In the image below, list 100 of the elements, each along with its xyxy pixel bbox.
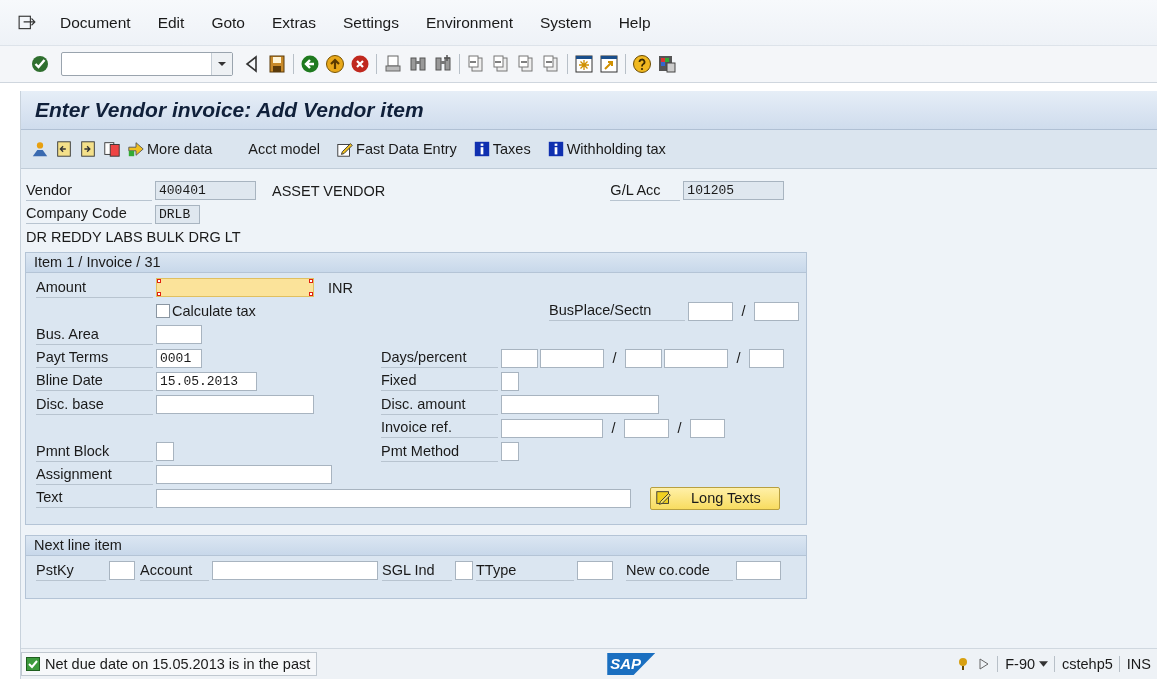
binoculars-plus-icon[interactable] [433,54,453,74]
field-label: G/L Acc [610,180,681,201]
toolbar-button[interactable]: Acct model [248,141,331,157]
input-field[interactable] [501,418,603,438]
logo: SAP [607,653,656,675]
field-label: TType [476,560,574,581]
binoculars-icon[interactable] [408,54,428,74]
enter-check-icon[interactable] [30,54,50,74]
input-field[interactable]: 101205 [683,181,785,201]
save-icon[interactable] [267,54,287,74]
input-field[interactable] [749,348,784,368]
toolbar-button[interactable]: More data [127,140,223,158]
field-label: Invoice ref. [381,418,498,439]
copy-icon[interactable] [103,140,121,158]
input-field[interactable] [664,348,728,368]
cancel-icon[interactable] [350,54,370,74]
transaction-code[interactable]: F-90 [997,656,1049,672]
long-texts-button[interactable]: Long Texts [650,486,780,510]
field-label: Bus. Area [36,324,153,345]
input-field[interactable] [736,561,781,581]
input-field[interactable] [501,442,519,462]
currency: INR [328,279,353,296]
status-message: Net due date on 15.05.2013 is in the past [45,656,311,672]
input-field[interactable]: 0001 [156,348,202,368]
new-session-icon[interactable] [574,54,594,74]
input-field[interactable] [688,301,733,321]
input-field[interactable] [212,561,378,581]
menu-item[interactable]: Environment [425,13,513,32]
input-field[interactable] [455,561,473,581]
menu-item[interactable]: Goto [211,13,245,32]
calculate-tax-checkbox[interactable] [156,304,170,319]
pencil-icon [655,489,673,508]
input-field[interactable] [156,488,631,508]
input-field[interactable] [540,348,604,368]
document-icon[interactable] [79,140,97,158]
field-label: SGL Ind [382,560,452,581]
field-label: Vendor [26,180,152,201]
field-label: Text [36,488,153,509]
screen-title: Enter Vendor invoice: Add Vendor item [35,98,424,122]
input-field[interactable] [109,561,135,581]
menu-item[interactable]: Edit [157,13,185,32]
field-label: BusPlace/Sectn [549,301,685,322]
input-field[interactable]: 400401 [155,181,256,201]
input-field[interactable] [501,348,538,368]
menu-item[interactable]: Settings [342,13,399,32]
menu-item[interactable]: Help [618,13,651,32]
input-field[interactable] [690,418,725,438]
separator-slash: / [676,420,683,437]
back-icon[interactable] [300,54,320,74]
menu-item[interactable]: Extras [272,13,316,32]
caret-icon [217,61,227,67]
input-field[interactable] [501,371,519,391]
checkbox-label: Calculate tax [172,303,256,320]
success-check-icon [26,657,40,671]
input-field[interactable] [156,442,174,462]
toolbar-button[interactable]: Taxes [472,140,541,158]
help-icon[interactable] [632,54,652,74]
input-mode: INS [1118,656,1151,672]
field-label: New co.code [626,560,733,581]
exit-icon[interactable] [325,54,345,74]
field-label: PstKy [36,560,106,581]
page-icon[interactable] [491,54,511,74]
field-label: Payt Terms [36,348,153,369]
input-field[interactable] [754,301,799,321]
input-field[interactable] [577,561,613,581]
input-field[interactable] [624,418,669,438]
shortcut-icon[interactable] [599,54,619,74]
field-label: Amount [36,277,153,298]
info-icon [472,140,491,158]
document-icon[interactable] [55,140,73,158]
field-label: Account [140,560,209,581]
menu-icon[interactable] [18,14,36,31]
page-icon[interactable] [516,54,536,74]
group-title: Item 1 / Invoice / 31 [26,253,806,274]
field-label: Bline Date [36,371,153,392]
menu-item[interactable]: System [539,13,592,32]
field-label: Company Code [26,204,152,225]
field-label: Disc. amount [381,394,498,415]
input-field[interactable] [156,278,314,298]
page-icon[interactable] [541,54,561,74]
layout-icon[interactable] [657,54,677,74]
field-label: Fixed [381,371,498,392]
print-icon[interactable] [383,54,403,74]
menu-item[interactable]: Document [60,13,131,32]
separator-slash: / [740,303,747,320]
separator-slash: / [610,420,617,437]
page-icon[interactable] [466,54,486,74]
input-field[interactable] [501,395,659,415]
command-field[interactable] [61,52,233,76]
input-field[interactable]: DRLB [155,204,200,224]
separator-slash: / [735,350,742,367]
input-field[interactable] [625,348,662,368]
toolbar-button[interactable]: Withholding tax [546,140,676,158]
input-field[interactable] [156,325,202,345]
input-field[interactable]: 15.05.2013 [156,371,257,391]
group-title: Next line item [26,536,806,557]
toolbar-button[interactable]: Fast Data Entry [336,140,467,158]
input-field[interactable] [156,465,332,485]
person-icon[interactable] [31,140,49,158]
input-field[interactable] [156,395,314,415]
